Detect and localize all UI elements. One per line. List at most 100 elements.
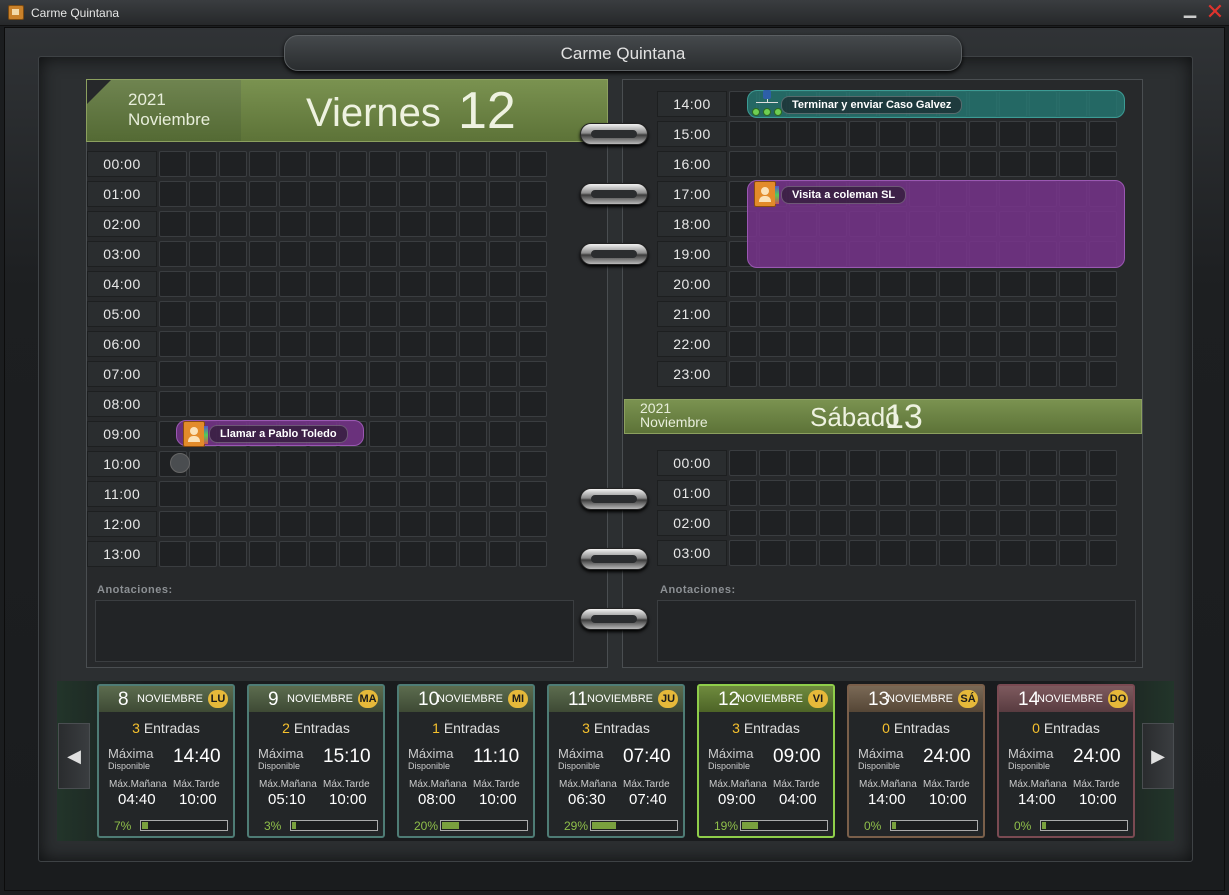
time-slot[interactable] bbox=[279, 451, 307, 477]
time-slot[interactable] bbox=[999, 510, 1027, 536]
time-slot[interactable] bbox=[789, 301, 817, 327]
minimize-button[interactable]: ▁ bbox=[1182, 2, 1198, 20]
time-slot[interactable] bbox=[519, 451, 547, 477]
time-slot[interactable] bbox=[1089, 361, 1117, 387]
time-slot[interactable] bbox=[999, 271, 1027, 297]
time-slot[interactable] bbox=[399, 481, 427, 507]
time-slot[interactable] bbox=[159, 541, 187, 567]
time-slot[interactable] bbox=[519, 211, 547, 237]
time-slot[interactable] bbox=[159, 181, 187, 207]
time-slot[interactable] bbox=[999, 450, 1027, 476]
time-slot[interactable] bbox=[189, 451, 217, 477]
time-slot[interactable] bbox=[789, 510, 817, 536]
time-slot[interactable] bbox=[519, 511, 547, 537]
hour-row[interactable]: 03:00 bbox=[657, 540, 1143, 566]
time-slot[interactable] bbox=[1059, 510, 1087, 536]
time-slot[interactable] bbox=[279, 181, 307, 207]
time-slot[interactable] bbox=[429, 391, 457, 417]
time-slot[interactable] bbox=[969, 331, 997, 357]
time-slot[interactable] bbox=[759, 151, 787, 177]
time-slot[interactable] bbox=[249, 301, 277, 327]
time-slot[interactable] bbox=[729, 510, 757, 536]
event-terminar-caso-galvez[interactable]: Terminar y enviar Caso Galvez bbox=[747, 90, 1125, 118]
time-slot[interactable] bbox=[909, 450, 937, 476]
time-slot[interactable] bbox=[429, 151, 457, 177]
time-slot[interactable] bbox=[369, 481, 397, 507]
time-slot[interactable] bbox=[969, 271, 997, 297]
time-slot[interactable] bbox=[399, 271, 427, 297]
time-slot[interactable] bbox=[309, 151, 337, 177]
time-slot[interactable] bbox=[339, 361, 367, 387]
time-slot[interactable] bbox=[1059, 480, 1087, 506]
day-card[interactable]: 12 NOVIEMBRE VI 3 Entradas Máxima Disponible 0… bbox=[697, 684, 835, 838]
time-slot[interactable] bbox=[219, 301, 247, 327]
time-slot[interactable] bbox=[309, 271, 337, 297]
time-slot[interactable] bbox=[189, 241, 217, 267]
time-slot[interactable] bbox=[189, 361, 217, 387]
time-slot[interactable] bbox=[189, 511, 217, 537]
time-slot[interactable] bbox=[429, 421, 457, 447]
time-slot[interactable] bbox=[1029, 301, 1057, 327]
time-slot[interactable] bbox=[339, 481, 367, 507]
time-slot[interactable] bbox=[939, 151, 967, 177]
time-slot[interactable] bbox=[909, 540, 937, 566]
time-slot[interactable] bbox=[939, 480, 967, 506]
time-slot[interactable] bbox=[1089, 510, 1117, 536]
time-slot[interactable] bbox=[879, 510, 907, 536]
time-slot[interactable] bbox=[249, 331, 277, 357]
time-slot[interactable] bbox=[399, 541, 427, 567]
time-slot[interactable] bbox=[939, 331, 967, 357]
time-slot[interactable] bbox=[459, 391, 487, 417]
hour-row[interactable]: 01:00 bbox=[87, 181, 573, 207]
time-slot[interactable] bbox=[279, 541, 307, 567]
time-slot[interactable] bbox=[429, 271, 457, 297]
hour-row[interactable]: 11:00 bbox=[87, 481, 573, 507]
time-slot[interactable] bbox=[909, 271, 937, 297]
time-slot[interactable] bbox=[909, 480, 937, 506]
time-slot[interactable] bbox=[519, 241, 547, 267]
time-slot[interactable] bbox=[399, 511, 427, 537]
time-slot[interactable] bbox=[1029, 540, 1057, 566]
time-slot[interactable] bbox=[219, 511, 247, 537]
time-slot[interactable] bbox=[459, 151, 487, 177]
time-slot[interactable] bbox=[309, 451, 337, 477]
time-slot[interactable] bbox=[729, 121, 757, 147]
hour-row[interactable]: 21:00 bbox=[657, 301, 1143, 327]
hour-row[interactable]: 04:00 bbox=[87, 271, 573, 297]
hour-row[interactable]: 02:00 bbox=[657, 510, 1143, 536]
time-slot[interactable] bbox=[789, 151, 817, 177]
event-visita-coleman[interactable]: Visita a coleman SL bbox=[747, 180, 1125, 268]
time-slot[interactable] bbox=[999, 480, 1027, 506]
time-slot[interactable] bbox=[219, 331, 247, 357]
time-slot[interactable] bbox=[399, 421, 427, 447]
time-slot[interactable] bbox=[189, 541, 217, 567]
time-slot[interactable] bbox=[489, 511, 517, 537]
hour-row[interactable]: 00:00 bbox=[87, 151, 573, 177]
time-slot[interactable] bbox=[459, 361, 487, 387]
day-card[interactable]: 8 NOVIEMBRE LU 3 Entradas Máxima Disponible 14… bbox=[97, 684, 235, 838]
time-slot[interactable] bbox=[759, 480, 787, 506]
time-slot[interactable] bbox=[489, 181, 517, 207]
time-slot[interactable] bbox=[909, 510, 937, 536]
time-slot[interactable] bbox=[879, 480, 907, 506]
hour-row[interactable]: 05:00 bbox=[87, 301, 573, 327]
hour-row[interactable]: 03:00 bbox=[87, 241, 573, 267]
time-slot[interactable] bbox=[339, 181, 367, 207]
time-slot[interactable] bbox=[849, 480, 877, 506]
time-slot[interactable] bbox=[519, 481, 547, 507]
time-slot[interactable] bbox=[399, 211, 427, 237]
time-slot[interactable] bbox=[1029, 151, 1057, 177]
time-slot[interactable] bbox=[369, 151, 397, 177]
time-slot[interactable] bbox=[969, 450, 997, 476]
time-slot[interactable] bbox=[189, 301, 217, 327]
hour-row[interactable]: 10:00 bbox=[87, 451, 573, 477]
time-slot[interactable] bbox=[999, 301, 1027, 327]
time-slot[interactable] bbox=[369, 271, 397, 297]
time-slot[interactable] bbox=[759, 510, 787, 536]
time-slot[interactable] bbox=[279, 391, 307, 417]
time-slot[interactable] bbox=[1089, 301, 1117, 327]
time-slot[interactable] bbox=[279, 301, 307, 327]
time-slot[interactable] bbox=[489, 211, 517, 237]
time-slot[interactable] bbox=[459, 331, 487, 357]
time-slot[interactable] bbox=[519, 541, 547, 567]
